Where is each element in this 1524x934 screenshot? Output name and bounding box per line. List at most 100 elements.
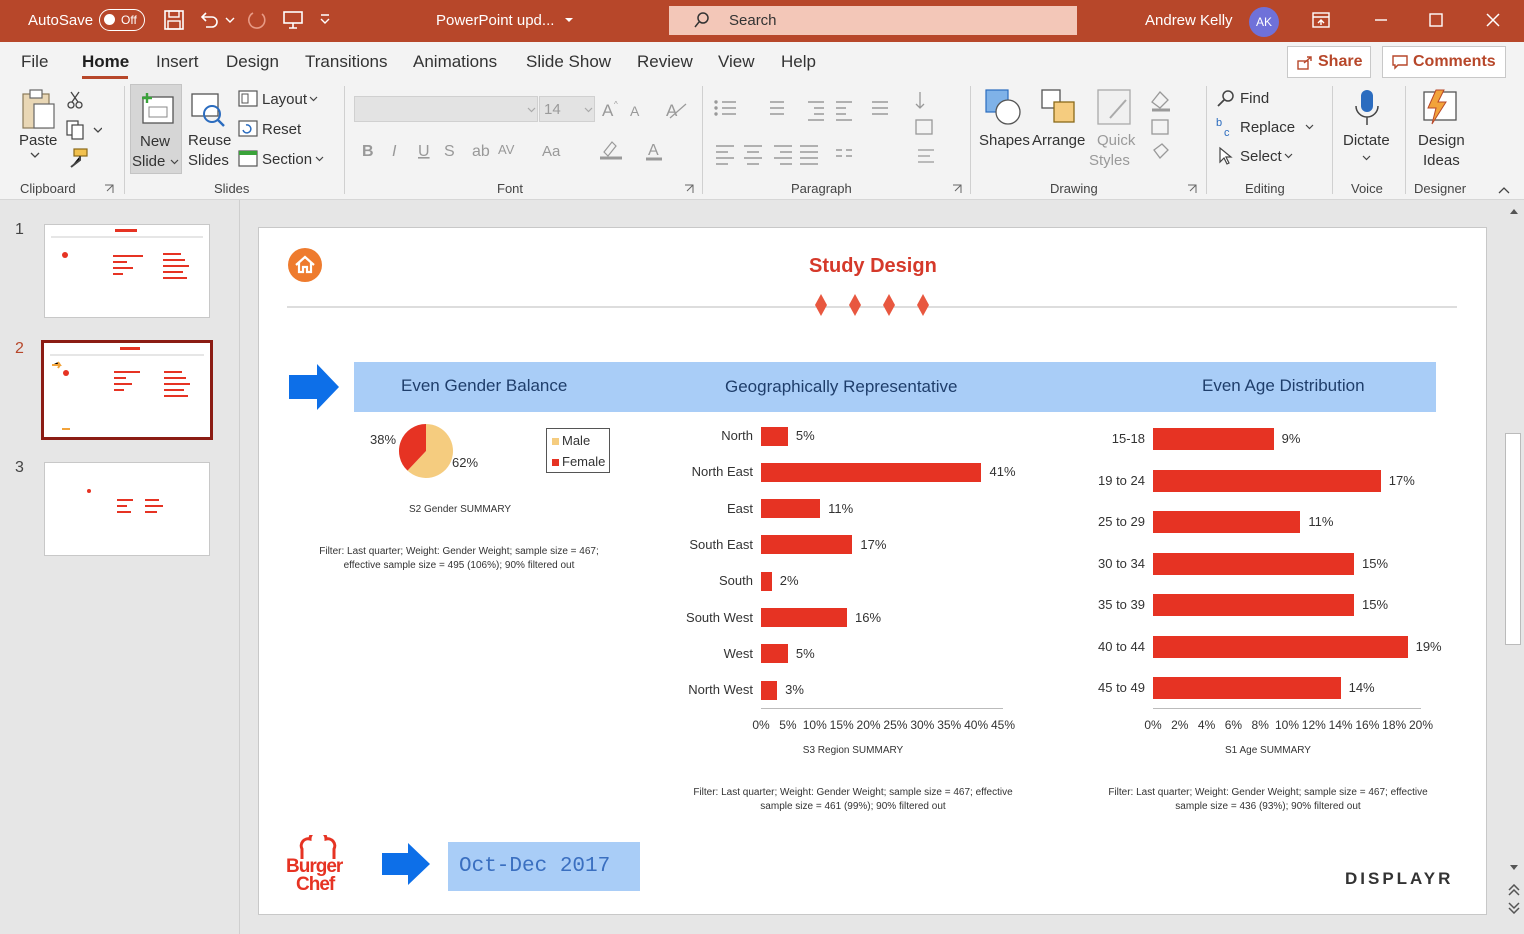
age-filter-note: Filter: Last quarter; Weight: Gender Wei… xyxy=(1094,786,1442,814)
home-icon[interactable] xyxy=(287,247,323,283)
slide-thumbnail-3[interactable] xyxy=(44,462,210,556)
arrange-label[interactable]: Arrange xyxy=(1032,132,1085,149)
undo-dropdown-icon[interactable] xyxy=(224,9,236,31)
bar xyxy=(761,571,772,591)
share-button[interactable]: Share xyxy=(1287,46,1371,78)
select-label[interactable]: Select xyxy=(1240,148,1282,165)
section-icon[interactable] xyxy=(238,150,258,168)
design-ideas-icon[interactable] xyxy=(1420,88,1460,128)
user-avatar[interactable]: AK xyxy=(1249,7,1279,37)
font-size-tools-icon[interactable]: A ^ A A xyxy=(600,96,690,122)
customize-toolbar-icon[interactable] xyxy=(318,9,332,31)
slide-title: Study Design xyxy=(809,255,937,277)
legend-male: Male xyxy=(562,433,591,448)
paste-icon[interactable] xyxy=(20,88,56,132)
bar-category-label: West xyxy=(723,645,753,661)
x-tick-label: 6% xyxy=(1224,718,1243,732)
cut-icon[interactable] xyxy=(66,90,84,110)
shapes-label[interactable]: Shapes xyxy=(979,132,1030,149)
document-title[interactable]: PowerPoint upd... xyxy=(436,12,554,29)
quick-styles-label-1[interactable]: Quick xyxy=(1097,132,1135,149)
dictate-label[interactable]: Dictate xyxy=(1343,132,1390,149)
previous-slide-icon[interactable] xyxy=(1508,884,1520,896)
replace-dropdown-icon[interactable] xyxy=(1305,123,1314,131)
slide-thumbnail-2[interactable] xyxy=(41,340,213,440)
minimize-icon[interactable] xyxy=(1370,9,1392,31)
reuse-slides-icon[interactable] xyxy=(188,90,228,130)
section-dropdown-icon[interactable] xyxy=(315,155,324,163)
new-slide-button[interactable]: New Slide xyxy=(130,84,182,174)
autosave-toggle[interactable]: Off xyxy=(99,9,145,31)
shape-format-icons[interactable] xyxy=(1148,88,1188,168)
drawing-launcher-icon[interactable] xyxy=(1187,184,1197,194)
tab-insert[interactable]: Insert xyxy=(156,52,199,72)
text-direction-icons[interactable] xyxy=(914,88,950,172)
microphone-icon[interactable] xyxy=(1352,88,1382,128)
redo-icon[interactable] xyxy=(246,9,268,31)
paste-label[interactable]: Paste xyxy=(19,132,57,149)
paste-dropdown-icon[interactable] xyxy=(30,152,40,160)
layout-icon[interactable] xyxy=(238,90,258,108)
design-ideas-label-1[interactable]: Design xyxy=(1418,132,1465,149)
layout-label[interactable]: Layout xyxy=(262,91,307,108)
ribbon-display-icon[interactable] xyxy=(1310,9,1332,31)
save-icon[interactable] xyxy=(163,9,185,31)
reuse-slides-label-2[interactable]: Slides xyxy=(188,152,229,169)
reset-label[interactable]: Reset xyxy=(262,121,301,138)
shapes-icon[interactable] xyxy=(984,88,1024,128)
arrange-icon[interactable] xyxy=(1040,88,1080,128)
find-label[interactable]: Find xyxy=(1240,90,1269,107)
clipboard-launcher-icon[interactable] xyxy=(104,184,114,194)
close-icon[interactable] xyxy=(1482,9,1504,31)
tab-help[interactable]: Help xyxy=(781,52,816,72)
paragraph-launcher-icon[interactable] xyxy=(952,184,962,194)
x-tick-label: 12% xyxy=(1301,718,1326,732)
tab-slide-show[interactable]: Slide Show xyxy=(526,52,611,72)
maximize-icon[interactable] xyxy=(1425,9,1447,31)
undo-icon[interactable] xyxy=(198,9,220,31)
tab-view[interactable]: View xyxy=(718,52,755,72)
scroll-thumb[interactable] xyxy=(1505,433,1521,645)
scroll-up-icon[interactable] xyxy=(1509,207,1519,215)
start-slideshow-icon[interactable] xyxy=(282,9,304,31)
search-box[interactable]: Search xyxy=(669,6,1077,35)
reset-icon[interactable] xyxy=(238,120,258,138)
find-icon[interactable] xyxy=(1216,88,1236,108)
font-launcher-icon[interactable] xyxy=(684,184,694,194)
tab-home[interactable]: Home xyxy=(82,52,129,72)
dictate-dropdown-icon[interactable] xyxy=(1362,154,1371,162)
comments-button[interactable]: Comments xyxy=(1382,46,1506,78)
slide-thumbnail-1[interactable] xyxy=(44,224,210,318)
title-dropdown-icon[interactable] xyxy=(562,9,576,31)
replace-icon[interactable]: bc xyxy=(1216,116,1236,138)
font-format-icons[interactable]: B I U S ab AV Aa A xyxy=(360,138,690,164)
layout-dropdown-icon[interactable] xyxy=(309,95,318,103)
scroll-down-icon[interactable] xyxy=(1509,864,1519,872)
tab-review[interactable]: Review xyxy=(637,52,693,72)
collapse-ribbon-icon[interactable] xyxy=(1497,186,1511,194)
tab-animations[interactable]: Animations xyxy=(413,52,497,72)
period-box[interactable]: Oct-Dec 2017 xyxy=(448,842,640,891)
x-tick-label: 40% xyxy=(964,718,989,732)
reuse-slides-label-1[interactable]: Reuse xyxy=(188,132,231,149)
x-tick-label: 2% xyxy=(1171,718,1189,732)
quick-styles-label-2[interactable]: Styles xyxy=(1089,152,1130,169)
bar-value-label: 3% xyxy=(785,682,804,698)
replace-label[interactable]: Replace xyxy=(1240,119,1295,136)
format-painter-icon[interactable] xyxy=(66,148,88,168)
select-cursor-icon[interactable] xyxy=(1216,146,1236,166)
section-label[interactable]: Section xyxy=(262,151,312,168)
tab-file[interactable]: File xyxy=(21,52,48,72)
design-ideas-label-2[interactable]: Ideas xyxy=(1423,152,1460,169)
slide-canvas[interactable]: Study Design Even Gender Balance Geograp… xyxy=(258,227,1487,915)
tab-design[interactable]: Design xyxy=(226,52,279,72)
select-dropdown-icon[interactable] xyxy=(1284,152,1293,160)
copy-icon[interactable] xyxy=(66,120,102,140)
font-name-field[interactable] xyxy=(354,96,538,122)
quick-styles-icon[interactable] xyxy=(1096,88,1136,128)
next-slide-icon[interactable] xyxy=(1508,902,1520,914)
tab-transitions[interactable]: Transitions xyxy=(305,52,388,72)
user-name[interactable]: Andrew Kelly xyxy=(1145,12,1233,29)
vertical-scrollbar[interactable] xyxy=(1503,200,1524,934)
font-size-field[interactable]: 14 xyxy=(539,96,595,122)
